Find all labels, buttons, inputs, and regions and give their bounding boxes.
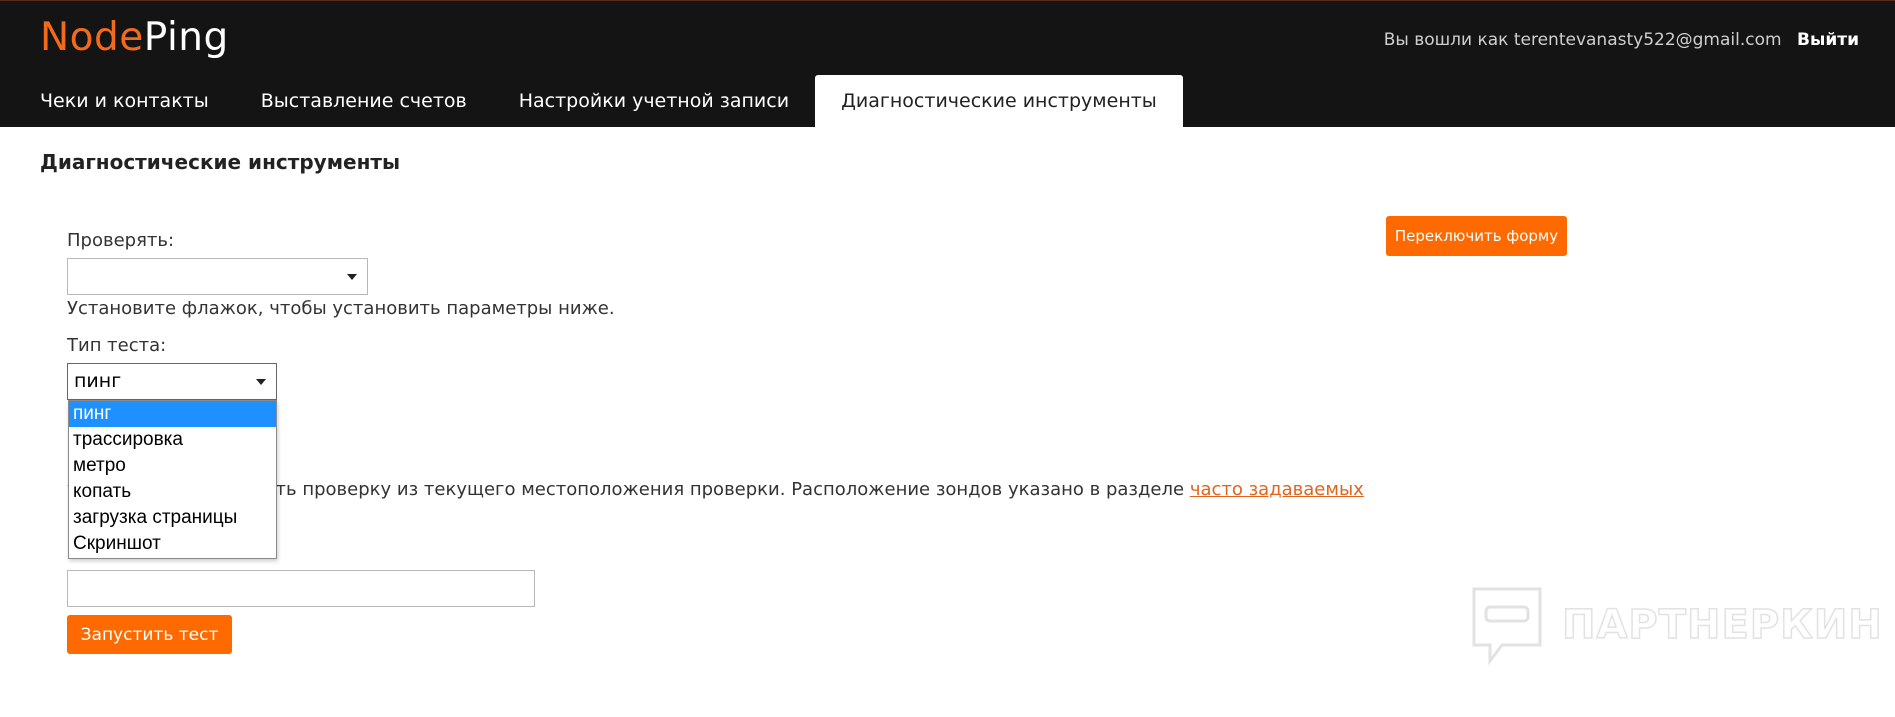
test-type-select[interactable]: пинг	[67, 363, 277, 400]
target-input[interactable]	[67, 570, 535, 607]
page-title: Диагностические инструменты	[40, 150, 401, 174]
main-nav: Чеки и контакты Выставление счетов Настр…	[14, 75, 1183, 128]
option-mtr[interactable]: метро	[69, 453, 276, 479]
chevron-down-icon	[256, 378, 266, 385]
test-type-dropdown: пинг трассировка метро копать загрузка с…	[68, 400, 277, 559]
option-page-load[interactable]: загрузка страницы	[69, 505, 276, 531]
option-screenshot[interactable]: Скриншот	[69, 531, 276, 557]
check-label: Проверять:	[67, 230, 175, 251]
switch-form-button[interactable]: Переключить форму	[1386, 216, 1567, 256]
faq-link[interactable]: часто задаваемых	[1190, 479, 1364, 500]
logged-in-text: Вы вошли как terentevanasty522@gmail.com	[1383, 30, 1782, 50]
check-select[interactable]	[67, 258, 368, 295]
tab-diagnostic-tools[interactable]: Диагностические инструменты	[815, 75, 1183, 128]
top-bar: NodePing Вы вошли как terentevanasty522@…	[0, 0, 1895, 128]
chevron-down-icon	[347, 273, 357, 280]
logo-text-ping: Ping	[143, 15, 229, 60]
run-test-button[interactable]: Запустить тест	[67, 615, 232, 654]
logo-text-node: Node	[40, 15, 144, 60]
chat-bubble-icon	[1472, 587, 1542, 665]
user-info: Вы вошли как terentevanasty522@gmail.com…	[1384, 30, 1859, 50]
tab-account-settings[interactable]: Настройки учетной записи	[493, 75, 815, 128]
logo[interactable]: NodePing	[40, 15, 229, 60]
watermark: ПАРТНЕРКИН	[1470, 585, 1883, 665]
watermark-text: ПАРТНЕРКИН	[1561, 601, 1883, 649]
tab-checks-contacts[interactable]: Чеки и контакты	[14, 75, 235, 128]
check-hint: Установите флажок, чтобы установить пара…	[67, 298, 615, 319]
test-type-label: Тип теста:	[67, 335, 167, 356]
tab-billing[interactable]: Выставление счетов	[235, 75, 493, 128]
option-ping[interactable]: пинг	[69, 401, 276, 427]
logout-link[interactable]: Выйти	[1797, 30, 1859, 50]
option-traceroute[interactable]: трассировка	[69, 427, 276, 453]
option-dig[interactable]: копать	[69, 479, 276, 505]
test-type-select-value: пинг	[74, 370, 122, 392]
